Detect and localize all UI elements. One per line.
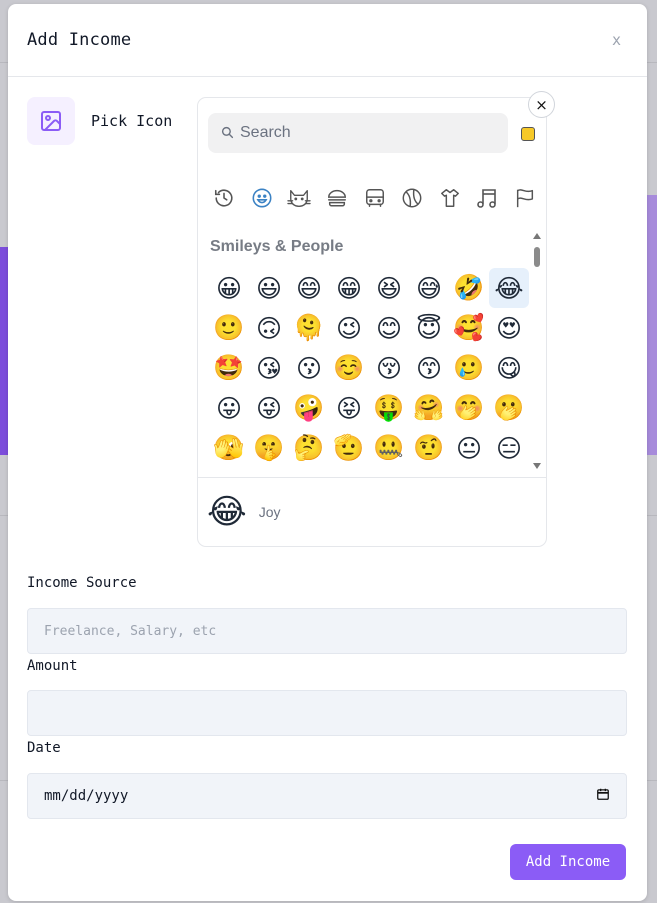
emoji-option[interactable]: 😉 bbox=[329, 308, 369, 348]
emoji-option[interactable]: 🤫 bbox=[249, 428, 289, 468]
emoji-option[interactable]: 😙 bbox=[409, 348, 449, 388]
recent-icon[interactable] bbox=[212, 186, 236, 210]
emoji-option[interactable]: 🙃 bbox=[249, 308, 289, 348]
emoji-section-title: Smileys & People bbox=[210, 238, 344, 255]
add-income-button[interactable]: Add Income bbox=[510, 844, 626, 880]
bus-icon[interactable] bbox=[363, 186, 387, 210]
emoji-option[interactable]: 😗 bbox=[289, 348, 329, 388]
picker-close-button[interactable]: × bbox=[528, 91, 555, 118]
scroll-down-arrow-icon[interactable] bbox=[533, 463, 541, 469]
smiley-icon[interactable] bbox=[250, 186, 274, 210]
emoji-picker: × Search Smileys & People 😀 😃 😄 😁 😆 😅 🤣 … bbox=[197, 91, 555, 547]
emoji-option[interactable]: 😍 bbox=[489, 308, 529, 348]
background-chart-bar bbox=[0, 247, 8, 455]
emoji-option[interactable]: 🫥 bbox=[249, 468, 289, 474]
skin-tone-selector[interactable] bbox=[521, 127, 535, 141]
search-icon bbox=[221, 124, 234, 143]
emoji-option[interactable]: 🤔 bbox=[289, 428, 329, 468]
emoji-option[interactable]: 🥲 bbox=[449, 348, 489, 388]
burger-icon[interactable] bbox=[325, 186, 349, 210]
amount-input[interactable] bbox=[27, 690, 627, 736]
emoji-option[interactable]: 😜 bbox=[249, 388, 289, 428]
emoji-option[interactable]: 🤭 bbox=[449, 388, 489, 428]
emoji-scrollbar[interactable] bbox=[532, 233, 542, 469]
emoji-option[interactable]: 😑 bbox=[489, 428, 529, 468]
date-label: Date bbox=[27, 740, 61, 756]
emoji-option[interactable]: 😐 bbox=[449, 428, 489, 468]
emoji-option[interactable]: 🥰 bbox=[449, 308, 489, 348]
emoji-option[interactable]: 😛 bbox=[209, 388, 249, 428]
pick-icon-row[interactable]: Pick Icon bbox=[27, 97, 172, 145]
emoji-option[interactable]: ☺️ bbox=[329, 348, 369, 388]
add-income-modal: Add Income x Pick Icon × Search Smileys … bbox=[8, 4, 647, 901]
image-icon[interactable] bbox=[27, 97, 75, 145]
ball-icon[interactable] bbox=[400, 186, 424, 210]
shirt-icon[interactable] bbox=[438, 186, 462, 210]
emoji-option[interactable]: 🤐 bbox=[369, 428, 409, 468]
cat-icon[interactable] bbox=[287, 186, 311, 210]
emoji-option[interactable]: 😏 bbox=[289, 468, 329, 475]
emoji-option[interactable]: 😃 bbox=[249, 268, 289, 308]
date-input-value: mm/dd/yyyy bbox=[44, 788, 129, 804]
emoji-option[interactable]: 🤪 bbox=[289, 388, 329, 428]
emoji-option[interactable]: 😚 bbox=[369, 348, 409, 388]
emoji-option[interactable]: 😂 bbox=[489, 268, 529, 308]
emoji-option[interactable]: 🙄 bbox=[369, 468, 409, 474]
emoji-search-input[interactable] bbox=[240, 124, 490, 142]
emoji-category-bar bbox=[212, 185, 537, 211]
emoji-option[interactable]: 😅 bbox=[409, 268, 449, 308]
emoji-option[interactable]: 😘 bbox=[249, 348, 289, 388]
scroll-up-arrow-icon[interactable] bbox=[533, 233, 541, 239]
emoji-option[interactable]: 😋 bbox=[489, 348, 529, 388]
preview-emoji-name: Joy bbox=[258, 504, 281, 520]
emoji-option[interactable]: 🤨 bbox=[409, 428, 449, 468]
emoji-option[interactable]: 😇 bbox=[409, 308, 449, 348]
emoji-option[interactable]: 🤗 bbox=[409, 388, 449, 428]
scroll-thumb[interactable] bbox=[534, 247, 540, 267]
modal-header: Add Income x bbox=[8, 4, 647, 77]
emoji-option[interactable]: 😬 bbox=[409, 468, 449, 474]
emoji-option[interactable]: 🤑 bbox=[369, 388, 409, 428]
emoji-option[interactable]: 😮‍💨 bbox=[449, 468, 489, 474]
pick-icon-label[interactable]: Pick Icon bbox=[91, 112, 172, 130]
emoji-option[interactable]: 🫣 bbox=[209, 428, 249, 468]
emoji-option[interactable]: 🤥 bbox=[489, 468, 529, 474]
emoji-option[interactable]: 🫠 bbox=[289, 308, 329, 348]
emoji-option[interactable]: 😀 bbox=[209, 268, 249, 308]
income-source-label: Income Source bbox=[27, 575, 137, 591]
modal-close-button[interactable]: x bbox=[606, 27, 627, 53]
emoji-option[interactable]: 🫢 bbox=[489, 388, 529, 428]
emoji-option[interactable]: 🤣 bbox=[449, 268, 489, 308]
emoji-option[interactable]: 🤩 bbox=[209, 348, 249, 388]
emoji-preview: 😂 Joy bbox=[198, 477, 546, 546]
emoji-search-box[interactable] bbox=[208, 113, 508, 153]
emoji-option[interactable]: 😁 bbox=[329, 268, 369, 308]
emoji-option[interactable]: 😝 bbox=[329, 388, 369, 428]
emoji-option[interactable]: 😒 bbox=[329, 468, 369, 475]
emoji-option[interactable]: 🙂 bbox=[209, 308, 249, 348]
flag-icon[interactable] bbox=[513, 186, 537, 210]
date-input[interactable]: mm/dd/yyyy bbox=[27, 773, 627, 819]
income-source-input[interactable] bbox=[27, 608, 627, 654]
modal-title: Add Income bbox=[27, 30, 132, 50]
emoji-option[interactable]: 🫡 bbox=[329, 428, 369, 468]
preview-emoji: 😂 bbox=[207, 492, 247, 532]
amount-label: Amount bbox=[27, 658, 78, 674]
calendar-icon[interactable] bbox=[596, 787, 610, 805]
emoji-grid: 😀 😃 😄 😁 😆 😅 🤣 😂 🙂 🙃 🫠 😉 😊 😇 🥰 😍 🤩 😘 😗 ☺️ 😚 😙 🥲 😋 😛 😜 🤪 😝 🤑 🤗 🤭 🫢 🫣 🤫 🤔 🫡 🤐 🤨 😐… bbox=[209, 268, 529, 474]
emoji-option[interactable]: 😊 bbox=[369, 308, 409, 348]
emoji-option[interactable]: 😆 bbox=[369, 268, 409, 308]
emoji-option[interactable]: 😶 bbox=[209, 468, 249, 475]
emoji-option[interactable]: 😄 bbox=[289, 268, 329, 308]
music-icon[interactable] bbox=[475, 186, 499, 210]
